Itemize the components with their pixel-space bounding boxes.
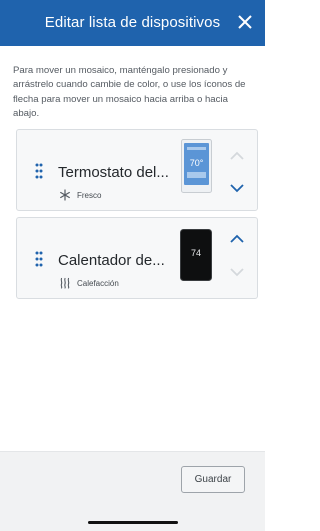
heater-thermostat-image: 74 xyxy=(180,229,212,281)
close-icon xyxy=(238,15,252,29)
page-title: Editar lista de dispositivos xyxy=(44,14,221,31)
move-down-button[interactable] xyxy=(229,266,245,278)
instructions-text: Para mover un mosaico, manténgalo presio… xyxy=(13,65,246,119)
home-indicator xyxy=(88,521,178,524)
device-mode: Fresco xyxy=(59,189,101,201)
device-card-heater[interactable]: Calentador de... Calefacción 74 xyxy=(16,217,258,299)
thermostat-image: 70° xyxy=(181,139,212,193)
heater-display-value: 74 xyxy=(191,248,201,258)
move-up-button[interactable] xyxy=(229,233,245,245)
close-button[interactable] xyxy=(235,12,255,32)
move-up-button[interactable] xyxy=(229,150,245,162)
heat-waves-icon xyxy=(60,277,70,289)
drag-handle-icon[interactable] xyxy=(35,163,43,179)
device-mode-label: Calefacción xyxy=(77,278,119,288)
snowflake-icon xyxy=(60,189,70,201)
device-list: Termostato del... Fresco 70° Calentador … xyxy=(16,129,258,305)
thermostat-display-value: 70° xyxy=(190,158,204,168)
device-name: Termostato del... xyxy=(58,164,169,181)
device-name: Calentador de... xyxy=(58,252,165,269)
header-bar: Editar lista de dispositivos xyxy=(0,0,265,46)
drag-handle-icon[interactable] xyxy=(35,251,43,267)
save-button[interactable]: Guardar xyxy=(181,466,245,493)
device-mode: Calefacción xyxy=(59,277,119,289)
device-mode-label: Fresco xyxy=(77,190,102,200)
device-card-thermostat[interactable]: Termostato del... Fresco 70° xyxy=(16,129,258,211)
move-down-button[interactable] xyxy=(229,182,245,194)
